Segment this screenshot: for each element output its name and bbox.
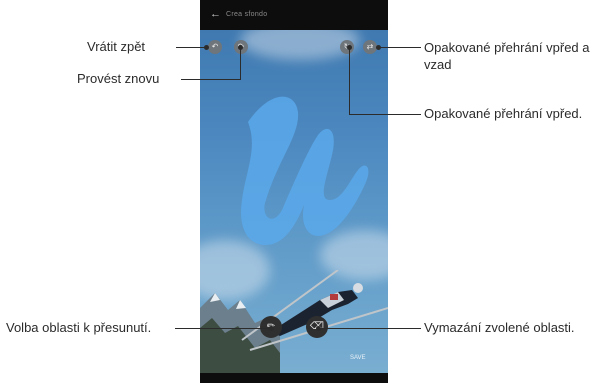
leader-dot <box>238 45 243 50</box>
undo-icon: ↶ <box>211 42 219 51</box>
leader-line <box>181 79 241 80</box>
loop-icon: ⇄ <box>366 42 374 51</box>
callout-redo: Provést znovu <box>77 71 160 86</box>
leader-dot <box>269 326 274 331</box>
leader-line <box>240 48 241 80</box>
ski-jumper-figure <box>241 270 388 351</box>
top-bar: ← Crea sfondo <box>200 0 388 30</box>
leader-line <box>349 48 350 114</box>
callout-repeat-back-forth-line2: vzad <box>424 57 452 72</box>
top-bar-title: Crea sfondo <box>226 11 268 18</box>
repeat-back-forth-button[interactable]: ⇄ <box>363 40 377 54</box>
leader-line <box>318 328 421 329</box>
leader-dot <box>204 45 209 50</box>
callout-repeat-forward: Opakované přehrání vpřed. <box>424 106 583 121</box>
leader-line <box>176 47 206 48</box>
photo-canvas[interactable]: ↶ ↷ ↻ ⇄ ✏ ⌫ SAVE <box>200 30 388 373</box>
back-arrow-icon[interactable]: ← <box>210 9 221 20</box>
callout-move-area: Volba oblasti k přesunutí. <box>6 320 152 335</box>
callout-undo: Vrátit zpět <box>87 39 146 54</box>
bottom-bar <box>200 373 388 383</box>
leader-dot <box>376 45 381 50</box>
callout-erase-area: Vymazání zvolené oblasti. <box>424 320 575 335</box>
leader-dot <box>316 326 321 331</box>
callout-repeat-back-forth-line1: Opakované přehrání vpřed a <box>424 40 590 55</box>
undo-button[interactable]: ↶ <box>208 40 222 54</box>
leader-dot <box>347 45 352 50</box>
leader-line <box>349 114 421 115</box>
leader-line <box>175 328 271 329</box>
leader-line <box>378 47 421 48</box>
save-button[interactable]: SAVE <box>350 355 366 361</box>
phone-frame: ← Crea sfondo ↶ ⇄ SAVE <box>200 0 388 383</box>
